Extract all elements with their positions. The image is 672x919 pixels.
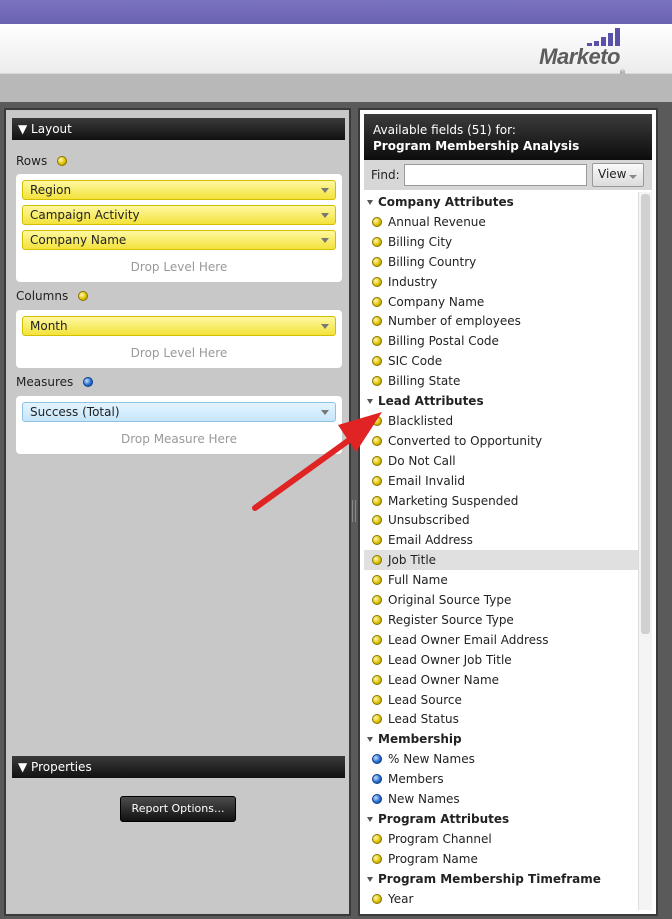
arrow-shaft bbox=[252, 435, 355, 511]
annotation-arrow bbox=[252, 412, 382, 511]
